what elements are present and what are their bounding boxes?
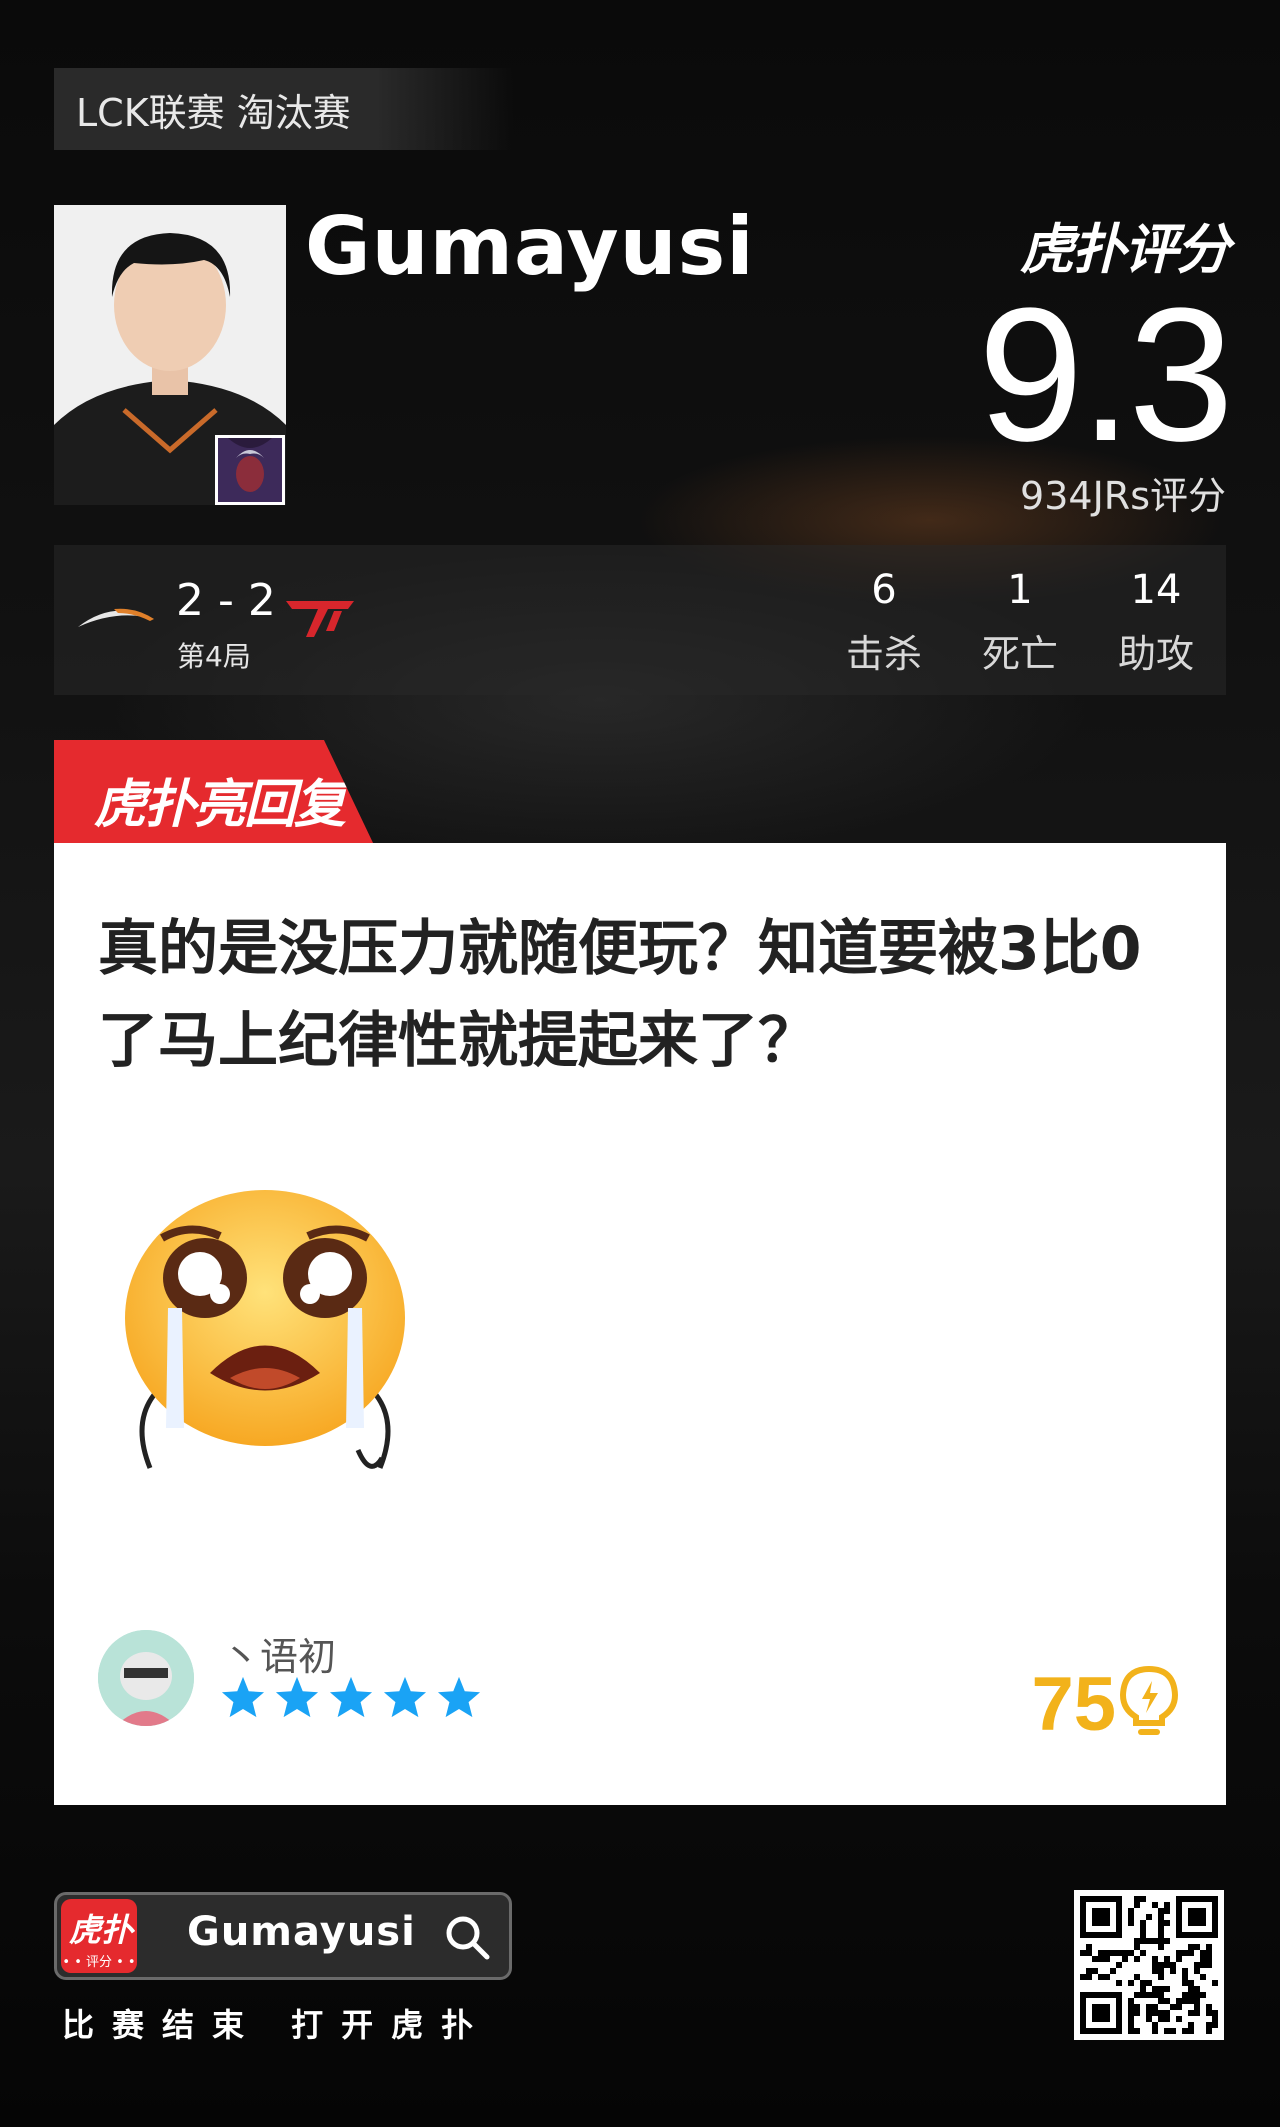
- stat-kills: 6 击杀: [824, 567, 944, 678]
- commenter-rating-stars: [220, 1675, 482, 1719]
- match-score: 2 - 2: [176, 575, 276, 626]
- commenter-name[interactable]: 丶语初: [222, 1626, 336, 1681]
- footer-tagline: 比赛结束 打开虎扑: [62, 2006, 492, 2044]
- t1-logo-icon: [286, 601, 354, 637]
- stat-deaths-value: 1: [1007, 567, 1033, 613]
- search-icon[interactable]: [443, 1913, 491, 1961]
- commenter-avatar[interactable]: [98, 1630, 194, 1726]
- star-icon: [437, 1676, 481, 1718]
- star-icon: [221, 1676, 265, 1718]
- hupu-app-icon-label: 虎扑: [69, 1911, 134, 1949]
- match-game: 第4局: [177, 640, 251, 673]
- like-count: 75: [1031, 1662, 1116, 1747]
- star-icon: [383, 1676, 427, 1718]
- champion-icon: [215, 435, 285, 505]
- stat-deaths: 1 死亡: [960, 567, 1080, 678]
- hupu-app-icon-sub: • • 评分 • •: [62, 1955, 136, 1970]
- stat-kills-label: 击杀: [845, 632, 922, 676]
- star-icon: [275, 1676, 319, 1718]
- league-tag: LCK联赛 淘汰赛: [54, 68, 514, 150]
- qr-code: [1074, 1890, 1224, 2040]
- stat-assists-label: 助攻: [1117, 632, 1194, 676]
- reply-card: 真的是没压力就随便玩？知道要被3比0了马上纪律性就提起来了？ 丶语初 75: [54, 843, 1226, 1805]
- hot-reply-tab: 虎扑亮回复: [54, 740, 374, 845]
- player-name: Gumayusi: [305, 200, 755, 293]
- crying-emoji-icon: [125, 1190, 405, 1469]
- stat-kills-value: 6: [871, 567, 897, 613]
- hupu-app-icon: 虎扑 • • 评分 • •: [61, 1899, 137, 1973]
- reply-comment: 真的是没压力就随便玩？知道要被3比0了马上纪律性就提起来了？: [98, 914, 1142, 1076]
- rating-votes: 934JRs评分: [1020, 474, 1226, 518]
- search-query: Gumayusi: [187, 1909, 416, 1955]
- star-icon: [329, 1676, 373, 1718]
- lightbulb-icon[interactable]: [1118, 1665, 1180, 1739]
- match-summary: 2 - 2 第4局 6 击杀 1 死亡 14 助攻: [54, 545, 1226, 695]
- stat-deaths-label: 死亡: [981, 632, 1058, 676]
- rating-score: 9.3: [977, 269, 1234, 481]
- hot-reply-tab-label: 虎扑亮回复: [94, 775, 346, 835]
- stat-assists: 14 助攻: [1096, 567, 1216, 678]
- team-logo-left-icon: [78, 608, 154, 627]
- league-tag-label: LCK联赛 淘汰赛: [76, 90, 351, 135]
- stat-assists-value: 14: [1130, 567, 1182, 613]
- app-search-bar[interactable]: 虎扑 • • 评分 • • Gumayusi: [54, 1892, 512, 1980]
